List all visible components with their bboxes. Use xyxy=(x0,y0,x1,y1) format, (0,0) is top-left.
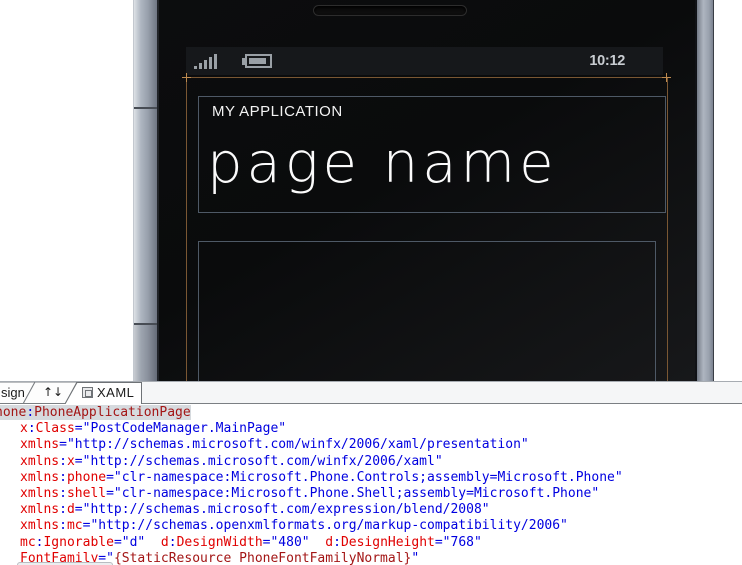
content-panel[interactable] xyxy=(198,241,656,381)
swap-panes-button[interactable]: ↑↓ xyxy=(43,385,63,399)
signal-icon xyxy=(194,54,217,69)
code-line[interactable]: xmlns:phone="clr-namespace:Microsoft.Pho… xyxy=(20,470,742,486)
code-line[interactable]: xmlns:x="http://schemas.microsoft.com/wi… xyxy=(20,454,742,470)
code-line[interactable]: xmlns:mc="http://schemas.openxmlformats.… xyxy=(20,518,742,534)
phone-side-button-divider xyxy=(134,107,157,109)
designer-canvas[interactable]: 10:12 MY APPLICATION page name xyxy=(0,0,742,381)
phone-side-button xyxy=(134,325,157,381)
code-line[interactable]: hone:PhoneApplicationPage xyxy=(0,405,742,421)
code-line[interactable]: xmlns="http://schemas.microsoft.com/winf… xyxy=(20,437,742,453)
xaml-document-icon xyxy=(82,387,93,398)
tab-design[interactable]: sign xyxy=(1,385,25,400)
selection-corner-tick xyxy=(662,73,671,82)
battery-icon xyxy=(242,54,272,68)
code-line[interactable]: FontFamily="{StaticResource PhoneFontFam… xyxy=(20,551,742,565)
code-line[interactable]: xmlns:shell="clr-namespace:Microsoft.Pho… xyxy=(20,486,742,502)
status-time: 10:12 xyxy=(589,53,625,69)
tab-xaml[interactable]: XAML xyxy=(97,385,134,400)
split-view-tabstrip: sign ↑↓ XAML xyxy=(0,382,742,404)
code-line[interactable]: x:Class="PostCodeManager.MainPage" xyxy=(20,421,742,437)
code-line[interactable]: mc:Ignorable="d" d:DesignWidth="480" d:D… xyxy=(20,535,742,551)
selection-corner-tick xyxy=(182,73,191,82)
title-panel[interactable]: MY APPLICATION page name xyxy=(198,96,666,213)
page-title-text: page name xyxy=(207,131,558,196)
code-editor[interactable]: hone:PhoneApplicationPagex:Class="PostCo… xyxy=(0,404,742,565)
code-line[interactable]: xmlns:d="http://schemas.microsoft.com/ex… xyxy=(20,502,742,518)
vs-xaml-split-view: 10:12 MY APPLICATION page name sign ↑↓ X… xyxy=(0,0,742,565)
app-title-text: MY APPLICATION xyxy=(212,103,343,120)
phone-left-edge xyxy=(133,0,159,381)
phone-speaker-grille xyxy=(313,5,467,16)
status-bar: 10:12 xyxy=(186,47,663,75)
phone-right-edge xyxy=(695,0,714,381)
